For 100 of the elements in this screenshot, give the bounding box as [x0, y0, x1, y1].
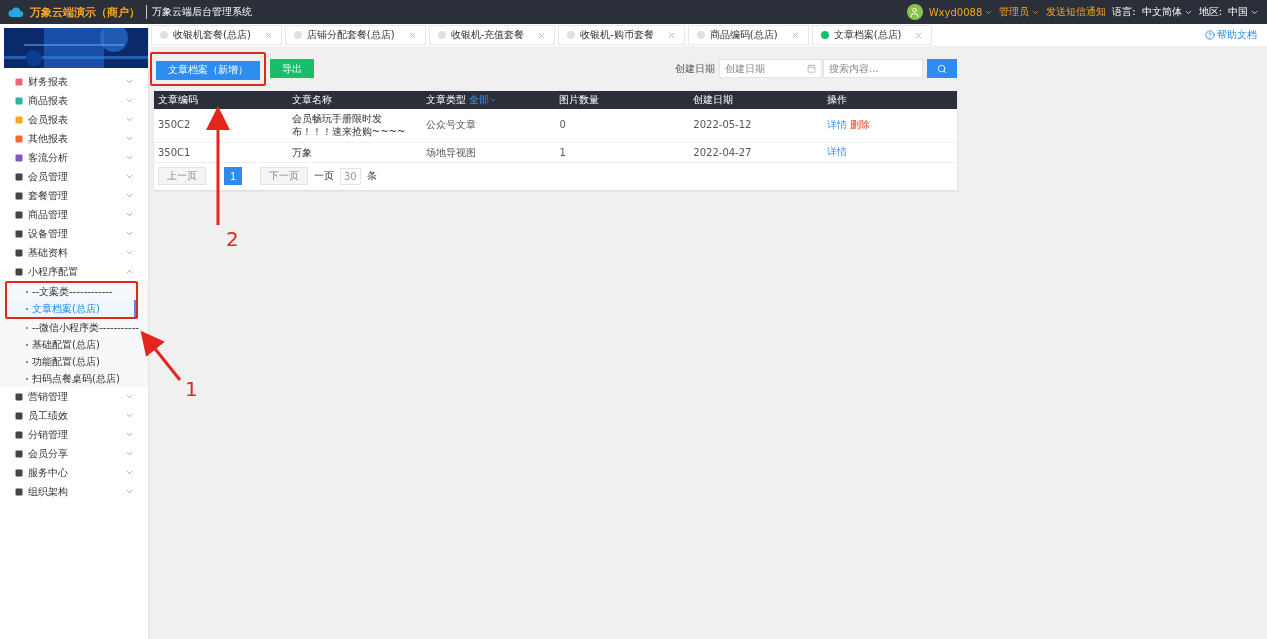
submenu-item[interactable]: 基础配置(总店) — [0, 336, 148, 353]
system-name: 万象云端后台管理系统 — [146, 5, 252, 19]
submenu-item[interactable]: 扫码点餐桌码(总店) — [0, 370, 148, 387]
date-field[interactable]: 创建日期 — [719, 59, 822, 79]
caret-icon — [125, 172, 134, 181]
filter-dropdown[interactable]: 全部 — [468, 92, 497, 107]
menu-icon — [15, 172, 23, 181]
close-icon[interactable] — [666, 30, 676, 40]
column-header: 文章类型 全部 — [421, 92, 556, 107]
avatar-icon[interactable] — [906, 4, 923, 20]
per-page-label: 一页 — [314, 169, 334, 183]
caret-icon — [125, 468, 134, 477]
menu-item[interactable]: 基础资料 — [0, 243, 148, 262]
menu-item[interactable]: 商品报表 — [0, 91, 148, 110]
menu-icon — [15, 487, 23, 496]
table-cell-text: 350C2 — [157, 118, 192, 133]
action-link[interactable]: 详情 — [827, 145, 848, 160]
unit-label: 条 — [366, 169, 377, 183]
caret-icon — [125, 96, 134, 105]
user-menu[interactable]: Wxyd0088 — [928, 6, 994, 18]
caret-icon — [125, 134, 134, 143]
action-link[interactable]: 详情 — [827, 118, 848, 132]
menu-icon — [15, 248, 23, 257]
close-icon[interactable] — [537, 30, 547, 40]
menu-icon — [15, 468, 23, 477]
action-link[interactable]: 删除 — [850, 118, 871, 132]
submenu-item[interactable]: --微信小程序类----------- — [0, 319, 148, 336]
submenu-item[interactable]: 文章档案(总店) — [7, 300, 136, 317]
page-tab[interactable]: 商品编码(总店) — [687, 25, 809, 45]
close-icon[interactable] — [914, 30, 924, 40]
search-icon — [937, 63, 947, 74]
search-button[interactable] — [927, 59, 957, 79]
menu-item[interactable]: 会员分享 — [0, 444, 148, 463]
sms-link[interactable]: 发送短信通知 — [1046, 5, 1107, 19]
menu-icon — [15, 191, 23, 200]
menu-icon — [15, 77, 23, 86]
caret-icon — [125, 267, 134, 276]
region-menu[interactable]: 中国 — [1228, 5, 1259, 19]
menu-item[interactable]: 营销管理 — [0, 387, 148, 406]
caret-icon — [125, 210, 134, 219]
caret-icon — [125, 191, 134, 200]
page-tab[interactable]: 收银机-购币套餐 — [558, 25, 685, 45]
menu-item[interactable]: 其他报表 — [0, 129, 148, 148]
menu-icon — [15, 392, 23, 401]
date-label: 创建日期 — [675, 61, 715, 76]
search-field[interactable]: 搜索内容... — [823, 59, 923, 79]
language-menu[interactable]: 中文简体 — [1141, 5, 1193, 19]
menu-icon — [15, 229, 23, 238]
close-icon[interactable] — [263, 30, 273, 40]
caret-icon — [125, 153, 134, 162]
table-cell-text: 1 — [558, 145, 567, 160]
table-cell-text: 2022-05-12 — [692, 118, 753, 133]
help-link[interactable]: 帮助文档 — [1205, 28, 1257, 42]
menu-item[interactable]: 小程序配置 — [0, 262, 148, 281]
menu-item[interactable]: 商品管理 — [0, 205, 148, 224]
page-tab[interactable]: 店铺分配套餐(总店) — [284, 25, 426, 45]
menu-icon — [15, 210, 23, 219]
next-page-button[interactable]: 下一页 — [260, 167, 308, 185]
submenu-item[interactable]: 功能配置(总店) — [0, 353, 148, 370]
caret-icon — [125, 77, 134, 86]
caret-icon — [125, 229, 134, 238]
menu-item[interactable]: 会员报表 — [0, 110, 148, 129]
menu-item[interactable]: 财务报表 — [0, 72, 148, 91]
calendar-icon — [807, 64, 816, 74]
close-icon[interactable] — [407, 30, 417, 40]
caret-icon — [125, 487, 134, 496]
menu-icon — [15, 449, 23, 458]
page-tab[interactable]: 文章档案(总店) — [811, 25, 933, 45]
menu-item[interactable]: 会员管理 — [0, 167, 148, 186]
table-cell-text: 场地导视图 — [424, 145, 477, 160]
menu-item[interactable]: 组织架构 — [0, 482, 148, 501]
annotation-arrow — [140, 330, 182, 381]
menu-icon — [15, 134, 23, 143]
table-cell-text: 350C1 — [157, 145, 192, 160]
role-menu[interactable]: 管理员 — [999, 5, 1041, 19]
table-cell-text: 公众号文章 — [424, 118, 477, 133]
menu-icon — [15, 430, 23, 439]
cloud-logo-icon — [8, 6, 24, 18]
table-cell-text: 会员畅玩手册限时发布！！！速来抢购~~~~ — [290, 111, 407, 139]
close-icon[interactable] — [790, 30, 800, 40]
menu-item[interactable]: 客流分析 — [0, 148, 148, 167]
submenu-item[interactable]: --文案类------------ — [7, 283, 136, 300]
menu-icon — [15, 115, 23, 124]
brand-name: 万象云端演示（商户） — [30, 4, 140, 20]
page-tab[interactable]: 收银机-充值套餐 — [428, 25, 556, 45]
caret-icon — [125, 430, 134, 439]
caret-icon — [125, 392, 134, 401]
menu-item[interactable]: 设备管理 — [0, 224, 148, 243]
menu-item[interactable]: 分销管理 — [0, 425, 148, 444]
help-icon — [1205, 30, 1215, 40]
menu-icon — [15, 411, 23, 420]
prev-page-button[interactable]: 上一页 — [158, 167, 206, 185]
page-tab[interactable]: 收银机套餐(总店) — [151, 25, 282, 45]
menu-item[interactable]: 员工绩效 — [0, 406, 148, 425]
caret-icon — [125, 449, 134, 458]
annotation-number: 1 — [185, 377, 198, 401]
language-label: 语言: — [1112, 5, 1136, 19]
menu-item[interactable]: 套餐管理 — [0, 186, 148, 205]
column-header: 文章名称 — [290, 92, 333, 107]
menu-item[interactable]: 服务中心 — [0, 463, 148, 482]
